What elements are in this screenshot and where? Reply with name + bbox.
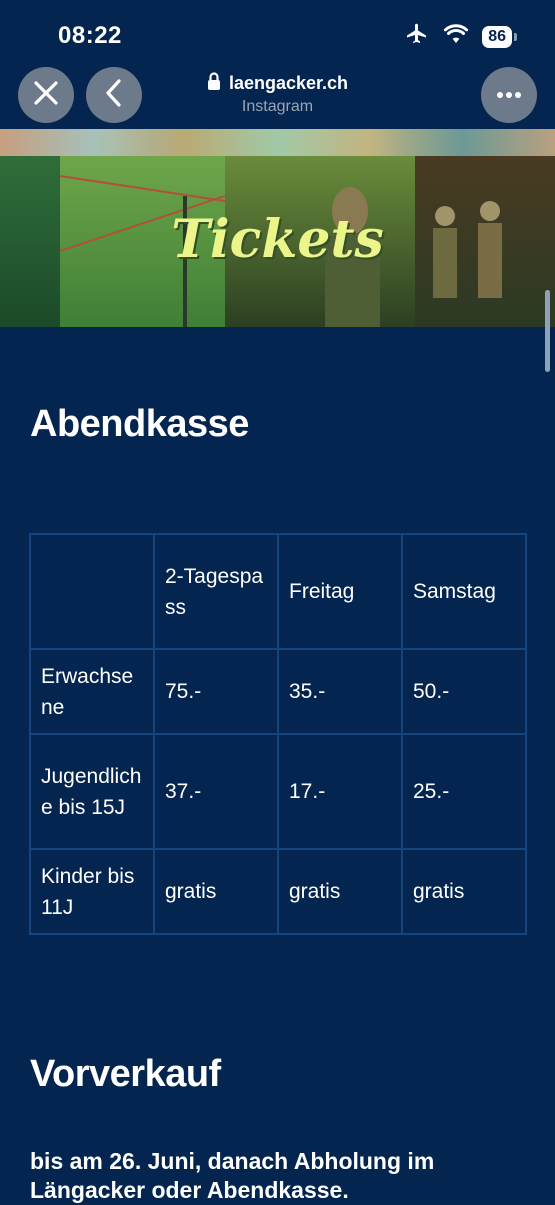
hero-title: Tickets [171,209,384,270]
table-cell: 37.- [153,733,279,850]
table-cell: gratis [153,848,279,935]
vorverkauf-text: bis am 26. Juni, danach Abholung im Läng… [30,1148,435,1203]
table-cell: 75.- [153,648,279,735]
status-icons: 86 [404,22,517,51]
table-row: Erwachsene 75.- 35.- 50.- [29,648,527,735]
table-row: Kinder bis 11J gratis gratis gratis [29,848,527,935]
address-bar[interactable]: laengacker.ch Instagram [150,72,405,116]
table-cell: 17.- [277,733,403,850]
table-cell: 35.- [277,648,403,735]
abendkasse-heading: Abendkasse [30,403,249,445]
table-header-cell: 2-Tagespass [153,533,279,650]
airplane-icon [404,22,430,51]
table-cell: 50.- [401,648,527,735]
url-text: laengacker.ch [228,73,349,93]
url-source: Instagram [241,98,314,115]
vorverkauf-heading: Vorverkauf [30,1053,221,1095]
row-label: Jugendliche bis 15J [29,733,155,850]
table-header-cell [29,533,155,650]
table-header-cell: Samstag [401,533,527,650]
table-header-cell: Freitag [277,533,403,650]
hero-banner: Tickets [0,129,555,327]
table-cell: 25.- [401,733,527,850]
wifi-icon [444,24,469,49]
status-time: 08:22 [58,22,122,49]
more-icon [496,86,522,104]
price-table: 2-Tagespass Freitag Samstag Erwachsene 7… [29,533,527,935]
chevron-left-icon [104,78,124,113]
close-button[interactable] [18,67,74,123]
hero-top-strip [0,129,555,156]
more-button[interactable] [481,67,537,123]
table-header-row: 2-Tagespass Freitag Samstag [29,533,527,650]
scrollbar[interactable] [545,290,550,372]
row-label: Erwachsene [29,648,155,735]
row-label: Kinder bis 11J [29,848,155,935]
battery-icon: 86 [482,25,517,48]
status-bar: 08:22 86 [0,0,555,70]
table-cell: gratis [401,848,527,935]
battery-level: 86 [482,25,512,48]
close-icon [33,80,59,111]
lock-icon [207,72,221,95]
back-button[interactable] [86,67,142,123]
table-cell: gratis [277,848,403,935]
table-row: Jugendliche bis 15J 37.- 17.- 25.- [29,733,527,850]
